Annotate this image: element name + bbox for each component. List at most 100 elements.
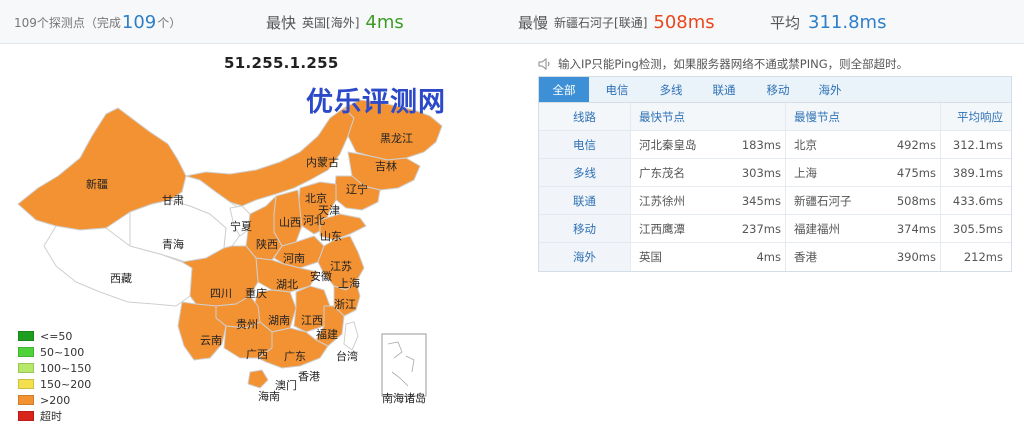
slowest-value: 508ms <box>653 11 715 33</box>
label-taiwan: 台湾 <box>336 350 358 363</box>
tab-unicom[interactable]: 联通 <box>697 77 751 102</box>
probe-done-count: 109 <box>121 11 157 33</box>
legend-swatch <box>18 331 34 341</box>
row-line: 移动 <box>539 215 631 242</box>
legend-item: 超时 <box>18 408 91 424</box>
label-qinghai: 青海 <box>162 238 184 251</box>
south-sea-inset <box>381 333 427 397</box>
row-line: 海外 <box>539 243 631 271</box>
label-hebei: 河北 <box>303 214 325 227</box>
label-xinjiang: 新疆 <box>86 178 108 191</box>
header-fastest: 最快节点 <box>639 109 685 124</box>
target-ip: 51.255.1.255 <box>224 54 339 72</box>
row-fast-ms: 183ms <box>741 137 781 152</box>
tab-telecom[interactable]: 电信 <box>589 77 645 102</box>
legend-swatch <box>18 347 34 357</box>
row-avg: 312.1ms <box>940 131 1011 158</box>
row-slow-node: 新疆石河子 <box>785 187 885 214</box>
label-hunan: 湖南 <box>268 314 290 327</box>
label-jiangsu: 江苏 <box>330 260 352 273</box>
label-sichuan: 四川 <box>210 287 232 300</box>
table-row: 联通 江苏徐州 345ms 新疆石河子 508ms 433.6ms <box>539 187 1011 215</box>
ping-notice: 输入IP只能Ping检测，如果服务器网络不通或禁PING，则全部超时。 <box>538 56 908 72</box>
label-neimenggu: 内蒙古 <box>306 156 339 169</box>
tab-all[interactable]: 全部 <box>539 77 589 102</box>
label-gansu: 甘肃 <box>162 194 184 207</box>
row-avg: 433.6ms <box>940 187 1011 214</box>
row-fast-ms: 237ms <box>741 221 781 236</box>
row-slow-node: 香港 <box>785 243 885 271</box>
header-avg: 平均响应 <box>940 103 1011 130</box>
speaker-icon <box>538 58 550 70</box>
label-xizang: 西藏 <box>110 272 132 285</box>
table-row: 多线 广东茂名 303ms 上海 475ms 389.1ms <box>539 159 1011 187</box>
label-guangdong: 广东 <box>284 350 306 363</box>
row-slow-ms: 508ms <box>896 193 936 208</box>
result-panel: 全部 电信 多线 联通 移动 海外 线路 最快节点 最慢节点 平均响应 电信 河… <box>538 76 1012 272</box>
label-jilin: 吉林 <box>375 160 397 173</box>
tab-overseas[interactable]: 海外 <box>805 77 855 102</box>
label-shandong: 山东 <box>320 230 342 243</box>
row-fast-node: 江苏徐州 <box>639 193 685 208</box>
latency-legend: <=50 50~100 100~150 150~200 >200 超时 <box>18 328 91 424</box>
average-value: 311.8ms <box>808 11 887 33</box>
watermark: 优乐评测网 <box>306 87 446 118</box>
legend-item: <=50 <box>18 328 91 344</box>
label-shaanxi: 陕西 <box>256 238 278 251</box>
label-henan: 河南 <box>283 252 305 265</box>
region-hainan[interactable] <box>247 369 269 389</box>
summary-bar: 109个探测点（完成 109 个） 最快 英国[海外] 4ms 最慢 新疆石河子… <box>0 0 1024 44</box>
legend-item: 50~100 <box>18 344 91 360</box>
row-slow-node: 福建福州 <box>785 215 885 242</box>
label-shanxi: 山西 <box>279 216 301 229</box>
table-row: 电信 河北秦皇岛 183ms 北京 492ms 312.1ms <box>539 131 1011 159</box>
row-line: 电信 <box>539 131 631 158</box>
table-header: 线路 最快节点 最慢节点 平均响应 <box>539 103 1011 131</box>
fastest-value: 4ms <box>365 11 404 33</box>
label-liaoning: 辽宁 <box>346 183 368 196</box>
region-taiwan[interactable] <box>343 321 359 351</box>
legend-swatch <box>18 411 34 421</box>
label-fujian: 福建 <box>316 328 338 341</box>
legend-item: >200 <box>18 392 91 408</box>
label-shanghai: 上海 <box>338 277 360 290</box>
label-hubei: 湖北 <box>276 278 298 291</box>
fastest-summary: 最快 英国[海外] 4ms <box>266 11 404 33</box>
row-line: 联通 <box>539 187 631 214</box>
line-tabs: 全部 电信 多线 联通 移动 海外 <box>539 77 1011 103</box>
row-slow-node: 上海 <box>785 159 885 186</box>
tab-mobile[interactable]: 移动 <box>751 77 805 102</box>
row-avg: 212ms <box>940 243 1011 271</box>
row-slow-ms: 475ms <box>896 165 936 180</box>
probe-count: 109个探测点（完成 109 个） <box>14 11 182 33</box>
tab-multiline[interactable]: 多线 <box>645 77 697 102</box>
header-line: 线路 <box>539 103 631 130</box>
row-fast-node: 广东茂名 <box>639 165 685 180</box>
row-avg: 305.5ms <box>940 215 1011 242</box>
row-fast-node: 江西鹰潭 <box>639 221 685 236</box>
row-fast-node: 英国 <box>639 250 662 264</box>
average-summary: 平均 311.8ms <box>770 11 887 33</box>
label-chongqing: 重庆 <box>245 287 267 300</box>
row-fast-ms: 303ms <box>741 165 781 180</box>
header-slowest: 最慢节点 <box>785 103 885 130</box>
label-yunnan: 云南 <box>200 334 222 347</box>
row-slow-node: 北京 <box>785 131 885 158</box>
legend-item: 150~200 <box>18 376 91 392</box>
label-ningxia: 宁夏 <box>230 220 252 233</box>
legend-item: 100~150 <box>18 360 91 376</box>
row-slow-ms: 374ms <box>896 221 936 236</box>
label-guizhou: 贵州 <box>236 318 258 331</box>
table-row: 移动 江西鹰潭 237ms 福建福州 374ms 305.5ms <box>539 215 1011 243</box>
row-slow-ms: 492ms <box>896 137 936 152</box>
row-fast-ms: 345ms <box>741 193 781 208</box>
table-row: 海外 英国 4ms 香港 390ms 212ms <box>539 243 1011 271</box>
label-hainan: 海南 <box>258 390 280 403</box>
row-fast-node: 河北秦皇岛 <box>639 137 697 152</box>
label-zhejiang: 浙江 <box>334 298 356 311</box>
label-xianggang: 香港 <box>298 370 320 383</box>
label-anhui: 安徽 <box>310 270 332 283</box>
slowest-summary: 最慢 新疆石河子[联通] 508ms <box>518 11 715 33</box>
row-avg: 389.1ms <box>940 159 1011 186</box>
label-nanhai: 南海诸岛 <box>382 392 426 405</box>
